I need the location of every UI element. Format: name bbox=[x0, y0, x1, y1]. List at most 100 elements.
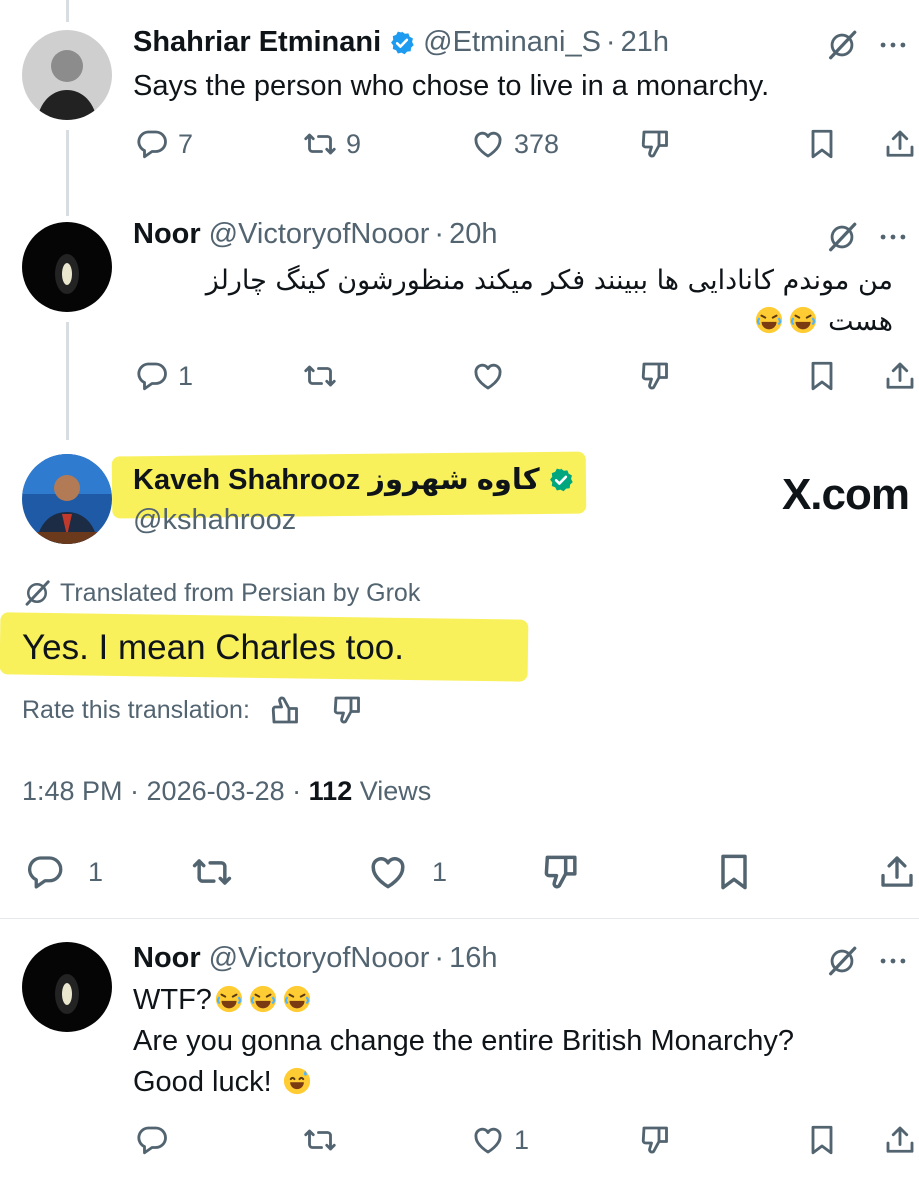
timestamp[interactable]: 16h bbox=[449, 942, 497, 975]
tweet-text: Says the person who chose to live in a m… bbox=[133, 70, 770, 102]
reply-icon bbox=[134, 126, 170, 162]
repost-button[interactable] bbox=[190, 850, 234, 894]
tweet-text-line: من موندم کانادایی ها ببینند فکر میکند من… bbox=[205, 265, 893, 296]
divider bbox=[0, 918, 919, 919]
bookmark-button[interactable] bbox=[712, 850, 756, 894]
tweet-header: Kaveh Shahrooz کاوه شهروز bbox=[133, 462, 574, 497]
repost-button[interactable] bbox=[302, 356, 338, 396]
translation-notice[interactable]: Translated from Persian by Grok bbox=[22, 578, 420, 608]
translation-label: Translated from Persian by Grok bbox=[60, 578, 421, 607]
share-button[interactable] bbox=[882, 1120, 918, 1160]
timestamp[interactable]: 20h bbox=[449, 218, 497, 251]
tweet-text-line: هست bbox=[123, 301, 893, 342]
tweet-header: Noor @VictoryofNooor · 16h bbox=[133, 942, 497, 975]
tweet-text: من موندم کانادایی ها ببینند فکر میکند من… bbox=[123, 260, 893, 342]
dislike-button[interactable] bbox=[638, 124, 674, 164]
avatar[interactable] bbox=[22, 942, 112, 1032]
verified-badge-icon bbox=[389, 30, 415, 56]
reply-count: 1 bbox=[178, 360, 194, 391]
reply-button[interactable]: 1 bbox=[134, 356, 193, 396]
bookmark-button[interactable] bbox=[804, 356, 840, 396]
grok-icon bbox=[22, 578, 52, 608]
tweet-header: Shahriar Etminani @Etminani_S · 21h bbox=[133, 26, 669, 59]
separator: · bbox=[434, 942, 445, 974]
avatar[interactable] bbox=[22, 30, 112, 120]
tweet-shahriar[interactable]: Shahriar Etminani @Etminani_S · 21h Says… bbox=[0, 0, 919, 200]
heart-icon bbox=[470, 1122, 506, 1158]
rofl-emoji-icon bbox=[754, 305, 784, 335]
heart-icon bbox=[470, 126, 506, 162]
rofl-emoji-icon bbox=[282, 984, 312, 1014]
reply-count: 7 bbox=[178, 128, 194, 159]
action-bar: 1 1 bbox=[0, 850, 919, 894]
post-datetime[interactable]: 1:48 PM · 2026-03-28 · bbox=[22, 776, 309, 806]
tweet-text-line: WTF? bbox=[133, 980, 903, 1021]
repost-icon bbox=[302, 1122, 338, 1158]
like-count: 378 bbox=[514, 128, 560, 159]
like-button[interactable] bbox=[470, 356, 506, 396]
repost-icon bbox=[302, 358, 338, 394]
display-name[interactable]: Noor bbox=[133, 218, 201, 251]
share-button[interactable] bbox=[882, 356, 918, 396]
bookmark-icon bbox=[804, 126, 840, 162]
username[interactable]: @kshahrooz bbox=[133, 504, 296, 537]
repost-button[interactable]: 9 bbox=[302, 124, 361, 164]
rofl-emoji-icon bbox=[214, 984, 244, 1014]
reply-icon bbox=[24, 851, 66, 893]
share-button[interactable] bbox=[882, 124, 918, 164]
heart-icon bbox=[470, 358, 506, 394]
dislike-button[interactable] bbox=[638, 356, 674, 396]
username[interactable]: @Etminani_S bbox=[423, 26, 601, 59]
main-tweet: Kaveh Shahrooz کاوه شهروز @kshahrooz X.c… bbox=[0, 440, 919, 920]
bookmark-icon bbox=[804, 358, 840, 394]
like-button[interactable]: 1 bbox=[366, 850, 447, 894]
repost-icon bbox=[190, 850, 234, 894]
more-options-icon[interactable] bbox=[875, 28, 911, 62]
username[interactable]: @VictoryofNooor bbox=[209, 218, 430, 251]
grok-icon[interactable] bbox=[825, 944, 859, 978]
bookmark-button[interactable] bbox=[804, 124, 840, 164]
reply-button[interactable]: 1 bbox=[24, 850, 103, 894]
tweet-noor-1[interactable]: Noor @VictoryofNooor · 20h من موندم کانا… bbox=[0, 200, 919, 420]
thumbs-down-icon[interactable] bbox=[330, 692, 366, 728]
bookmark-button[interactable] bbox=[804, 1120, 840, 1160]
display-name[interactable]: Kaveh Shahrooz کاوه شهروز bbox=[133, 462, 540, 497]
sweat-smile-emoji-icon bbox=[282, 1066, 312, 1096]
watermark: X.com bbox=[781, 470, 910, 519]
dislike-button[interactable] bbox=[540, 850, 584, 894]
username[interactable]: @VictoryofNooor bbox=[209, 942, 430, 975]
tweet-meta: 1:48 PM · 2026-03-28 · 112 Views bbox=[22, 776, 431, 807]
bookmark-icon bbox=[804, 1122, 840, 1158]
repost-button[interactable] bbox=[302, 1120, 338, 1160]
display-name[interactable]: Noor bbox=[133, 942, 201, 975]
action-bar: 1 bbox=[0, 356, 919, 396]
tweet-text-word: WTF? bbox=[133, 984, 212, 1016]
reply-button[interactable]: 7 bbox=[134, 124, 193, 164]
share-button[interactable] bbox=[876, 850, 918, 894]
more-options-icon[interactable] bbox=[875, 220, 911, 254]
display-name[interactable]: Shahriar Etminani bbox=[133, 26, 381, 59]
tweet-text: WTF? Are you gonna change the entire Bri… bbox=[133, 980, 903, 1103]
like-button[interactable]: 378 bbox=[470, 124, 559, 164]
action-bar: 7 9 378 bbox=[0, 124, 919, 164]
dislike-button[interactable] bbox=[638, 1120, 674, 1160]
like-button[interactable]: 1 bbox=[470, 1120, 529, 1160]
username-row: @kshahrooz bbox=[133, 504, 296, 537]
repost-count: 9 bbox=[346, 128, 362, 159]
avatar[interactable] bbox=[22, 454, 112, 544]
avatar[interactable] bbox=[22, 222, 112, 312]
timestamp[interactable]: 21h bbox=[621, 26, 669, 59]
reply-count: 1 bbox=[88, 856, 104, 887]
like-count: 1 bbox=[514, 1124, 530, 1155]
thumbs-up-icon[interactable] bbox=[268, 692, 304, 728]
tweet-text-word: Good luck! bbox=[133, 1066, 272, 1098]
reply-button[interactable] bbox=[134, 1120, 170, 1160]
grok-icon[interactable] bbox=[825, 220, 859, 254]
tweet-text-word: هست bbox=[828, 306, 893, 337]
grok-icon[interactable] bbox=[825, 28, 859, 62]
thumbs-down-icon bbox=[638, 126, 674, 162]
tweet-noor-2[interactable]: Noor @VictoryofNooor · 16h WTF? Are you … bbox=[0, 920, 919, 1200]
share-icon bbox=[876, 851, 918, 893]
more-options-icon[interactable] bbox=[875, 944, 911, 978]
like-count: 1 bbox=[432, 856, 448, 887]
